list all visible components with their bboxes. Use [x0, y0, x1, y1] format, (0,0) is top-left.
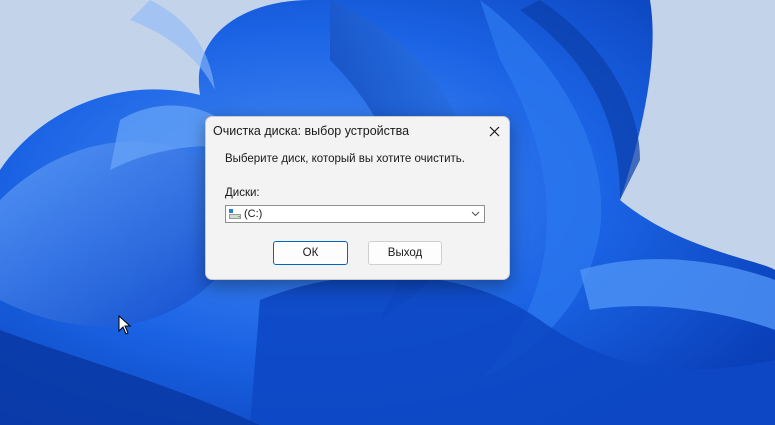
disk-cleanup-drive-selection-dialog: Очистка диска: выбор устройства Выберите… — [205, 116, 510, 280]
dialog-prompt-text: Выберите диск, который вы хотите очистит… — [225, 153, 465, 165]
close-button[interactable] — [479, 117, 509, 145]
drives-label: Диски: — [225, 187, 260, 199]
dialog-title: Очистка диска: выбор устройства — [213, 124, 410, 138]
drive-icon — [229, 209, 241, 219]
mouse-cursor — [118, 315, 132, 335]
drive-select[interactable]: (C:) — [225, 205, 485, 223]
chevron-down-icon[interactable] — [471, 210, 480, 218]
exit-button[interactable]: Выход — [368, 241, 442, 265]
dialog-titlebar[interactable]: Очистка диска: выбор устройства — [206, 117, 509, 145]
selected-drive: (C:) — [244, 208, 263, 220]
ok-button[interactable]: ОК — [273, 241, 348, 265]
close-icon — [489, 126, 499, 136]
